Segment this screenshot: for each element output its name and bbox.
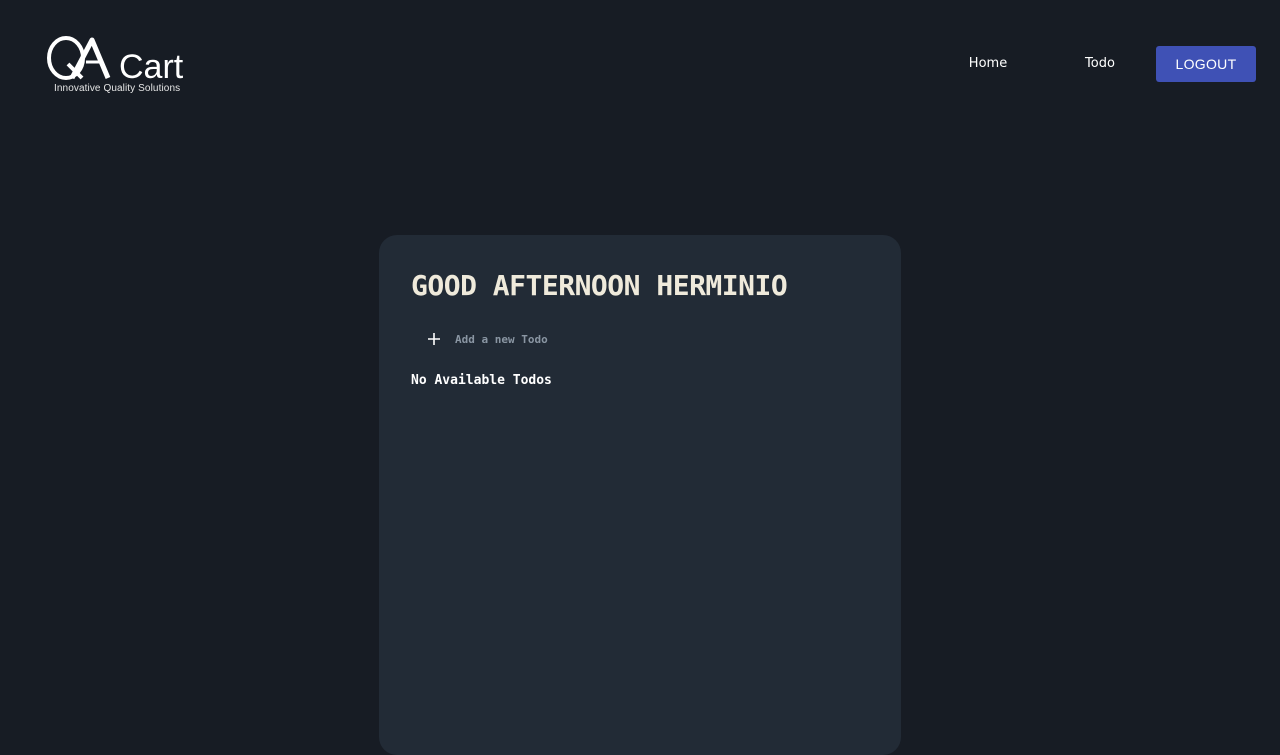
logo[interactable]: Cart Innovative Quality Solutions — [46, 34, 198, 96]
greeting-heading: GOOD AFTERNOON HERMINIO — [411, 269, 788, 302]
empty-todos-message: No Available Todos — [411, 373, 552, 388]
svg-text:Cart: Cart — [119, 48, 184, 84]
add-todo-row — [411, 329, 869, 349]
todo-card: GOOD AFTERNOON HERMINIO No Available Tod… — [379, 235, 901, 755]
top-nav: Home Todo LOGOUT — [932, 46, 1256, 82]
nav-home-link[interactable]: Home — [932, 46, 1044, 82]
header: Cart Innovative Quality Solutions Home T… — [0, 0, 1280, 130]
nav-todo-link[interactable]: Todo — [1044, 46, 1156, 82]
logo-mark: Cart — [47, 36, 184, 84]
add-todo-button[interactable] — [419, 329, 449, 349]
logout-button[interactable]: LOGOUT — [1156, 46, 1256, 82]
logo-tagline: Innovative Quality Solutions — [54, 83, 181, 94]
plus-icon — [428, 333, 440, 345]
add-todo-input[interactable] — [455, 329, 755, 349]
